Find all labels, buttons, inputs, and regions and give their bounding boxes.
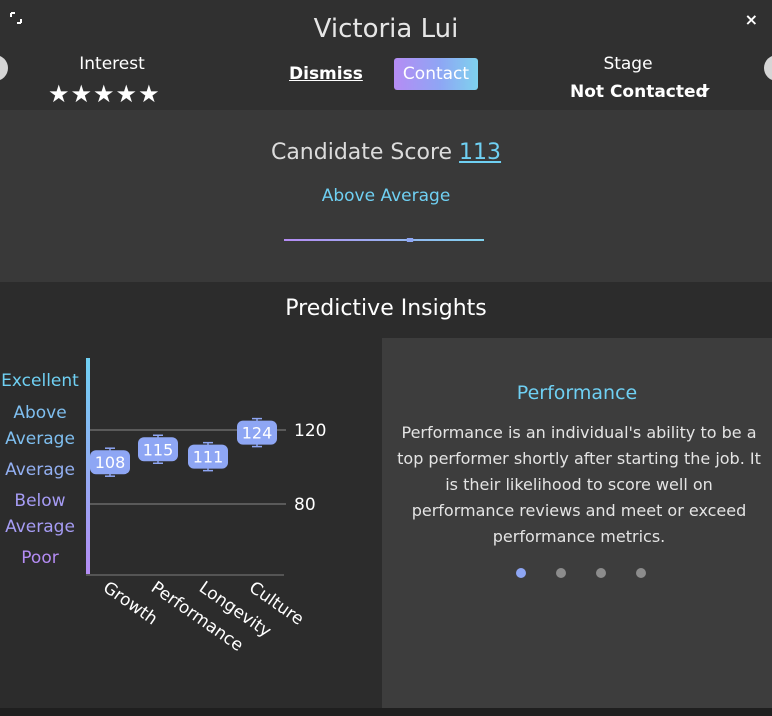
y-level-label: Average — [5, 460, 75, 480]
data-point-growth[interactable]: 108 — [90, 447, 130, 477]
candidate-score-rating: Above Average — [321, 186, 451, 206]
reference-line-label: 120 — [294, 421, 326, 441]
candidate-score-value[interactable]: 113 — [459, 140, 501, 165]
y-level-label: Above — [13, 403, 66, 423]
y-axis — [86, 358, 90, 576]
carousel-dot-3[interactable] — [596, 568, 606, 578]
x-category-label: Growth — [99, 578, 161, 630]
reference-line-label: 80 — [294, 495, 316, 515]
interest-star-rating[interactable]: ★★★★★ — [48, 80, 161, 108]
insight-detail-text: Performance is an individual's ability t… — [397, 423, 761, 546]
data-point-label: 115 — [143, 440, 174, 459]
data-point-label: 108 — [95, 453, 126, 472]
carousel-dot-4[interactable] — [636, 568, 646, 578]
carousel-dots — [382, 568, 772, 580]
y-level-label: Poor — [21, 548, 58, 568]
contact-button[interactable]: Contact — [394, 58, 478, 90]
data-point-culture[interactable]: 124 — [237, 417, 277, 448]
insights-chart-svg: Excellent Above Average Average Below Average… — [1, 358, 326, 656]
predictive-insights-section: Predictive Insights Excellent Above Averag… — [0, 282, 772, 716]
score-scale-indicator — [284, 238, 484, 242]
stage-dropdown[interactable]: Not Contacted — [570, 82, 708, 102]
candidate-name: Victoria Lui — [313, 14, 459, 44]
insights-title: Predictive Insights — [285, 296, 487, 321]
y-level-label: Average — [5, 517, 75, 537]
bottom-edge — [0, 708, 772, 716]
candidate-score-section: Candidate Score 113 Above Average — [0, 110, 772, 282]
chevron-down-icon[interactable] — [700, 88, 710, 93]
data-point-performance[interactable]: 115 — [138, 434, 178, 464]
y-level-label: Average — [5, 429, 75, 449]
y-level-label: Below — [14, 491, 65, 511]
header: × Victoria Lui Interest ★★★★★ Dismiss Co… — [0, 0, 772, 110]
insights-chart: Excellent Above Average Average Below Average… — [0, 338, 380, 708]
interest-label: Interest — [79, 54, 145, 74]
next-candidate-button[interactable] — [764, 55, 772, 81]
dismiss-button[interactable]: Dismiss — [289, 64, 363, 84]
candidate-score: Candidate Score 113 — [0, 140, 772, 165]
data-point-label: 111 — [193, 448, 224, 467]
insight-detail-title: Performance — [516, 382, 638, 404]
x-axis — [86, 574, 284, 576]
stage-label: Stage — [603, 54, 653, 74]
carousel-dot-1[interactable] — [516, 568, 526, 578]
score-marker — [406, 238, 414, 242]
insight-detail-card: Performance Performance is an individual… — [382, 338, 772, 708]
carousel-dot-2[interactable] — [556, 568, 566, 578]
previous-candidate-button[interactable] — [0, 55, 8, 81]
candidate-score-label: Candidate Score — [270, 140, 453, 165]
data-point-longevity[interactable]: 111 — [188, 441, 228, 472]
y-level-label: Excellent — [1, 371, 79, 391]
data-point-label: 124 — [242, 424, 273, 443]
